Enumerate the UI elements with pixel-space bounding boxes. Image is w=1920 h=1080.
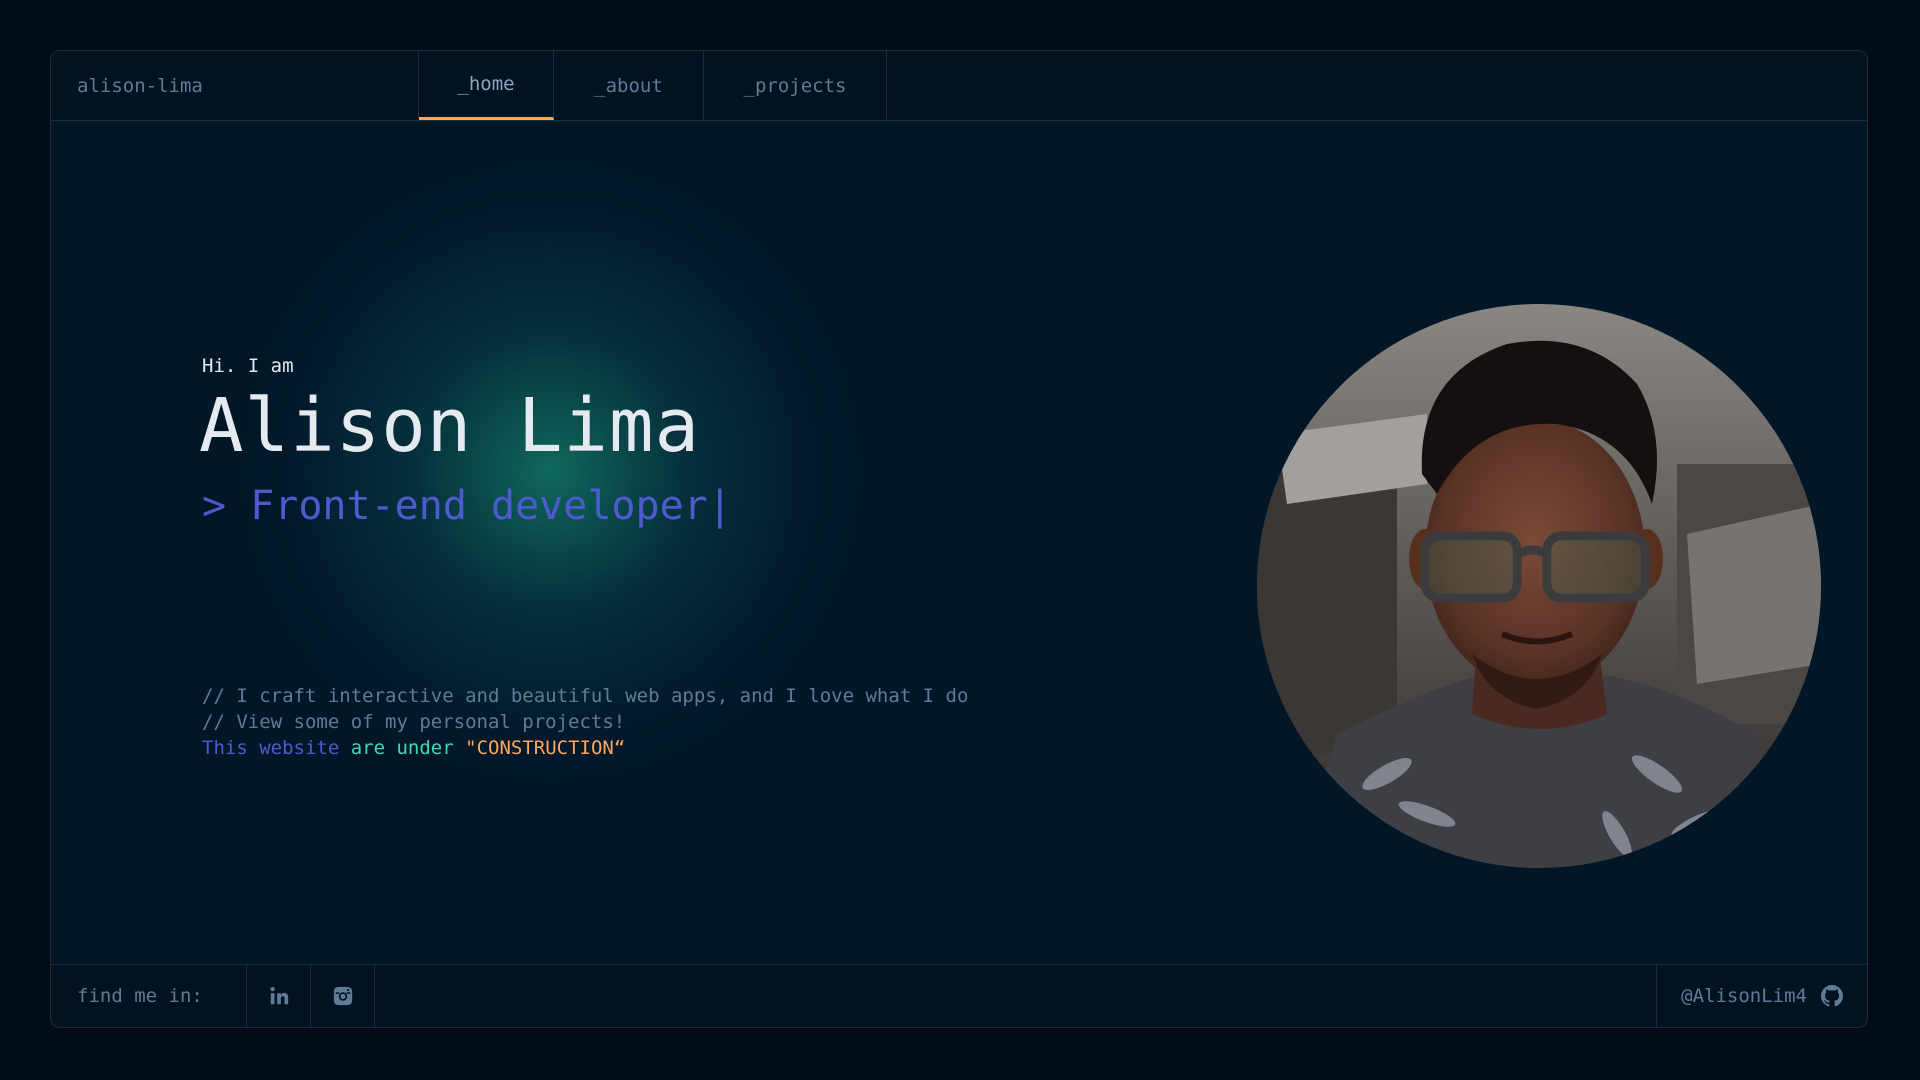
- greeting-text: Hi. I am: [202, 355, 294, 377]
- github-icon: [1821, 985, 1843, 1007]
- tab-about[interactable]: _about: [554, 51, 704, 120]
- role-text: Front-end developer: [250, 483, 708, 529]
- status-string: "CONSTRUCTION“: [465, 737, 626, 759]
- instagram-link[interactable]: [311, 965, 375, 1027]
- github-link[interactable]: @AlisonLim4: [1656, 965, 1867, 1027]
- footer-spacer: [375, 965, 1656, 1027]
- profile-photo: [1257, 304, 1821, 868]
- status-word: are under: [350, 737, 454, 759]
- intro-comments: // I craft interactive and beautiful web…: [202, 683, 968, 761]
- footer-bar: find me in: @AlisonLim4: [51, 964, 1867, 1027]
- linkedin-link[interactable]: [247, 965, 311, 1027]
- tab-home[interactable]: _home: [419, 51, 554, 120]
- linkedin-icon: [269, 987, 288, 1005]
- comment-line: // I craft interactive and beautiful web…: [202, 685, 969, 707]
- top-nav: alison-lima _home _about _projects: [51, 51, 1867, 121]
- status-word: This website: [202, 737, 340, 759]
- app-window: alison-lima _home _about _projects Hi. I…: [50, 50, 1868, 1028]
- brand-name[interactable]: alison-lima: [51, 51, 419, 120]
- construction-line: This website are under "CONSTRUCTION“: [202, 735, 968, 761]
- hero-section: Hi. I am Alison Lima > Front-end develop…: [51, 121, 1867, 966]
- tab-projects[interactable]: _projects: [704, 51, 887, 120]
- profile-photo-illustration: [1257, 304, 1821, 868]
- find-me-label: find me in:: [51, 965, 247, 1027]
- github-handle: @AlisonLim4: [1681, 985, 1807, 1007]
- comment-line: // View some of my personal projects!: [202, 711, 626, 733]
- hero-role: > Front-end developer|: [202, 483, 732, 529]
- prompt-symbol: >: [202, 483, 227, 529]
- typing-cursor: |: [707, 483, 732, 529]
- instagram-icon: [333, 986, 352, 1006]
- hero-name: Alison Lima: [199, 383, 701, 469]
